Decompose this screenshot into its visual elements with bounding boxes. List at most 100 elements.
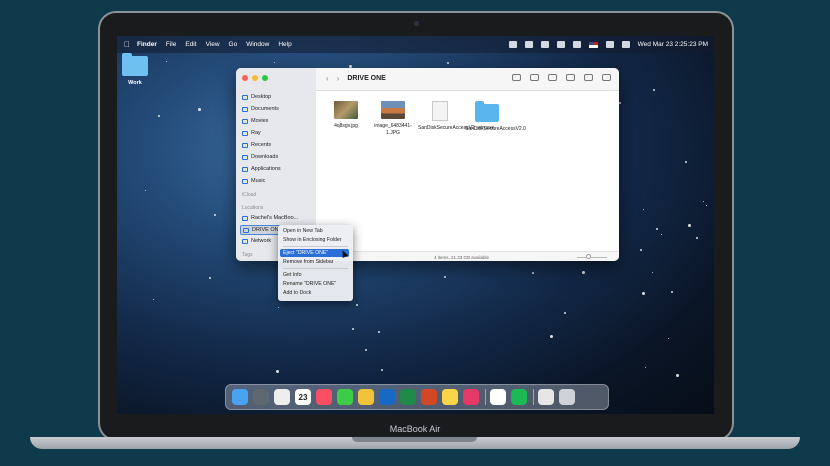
star [275,369,279,373]
star [563,312,566,315]
star [198,108,202,112]
context-remove-sidebar[interactable]: Remove from Sidebar [283,259,333,265]
search-icon[interactable] [605,41,614,48]
screen:  Finder File Edit View Go Window Help W… [117,36,714,414]
dock-app-launchpad[interactable] [253,389,269,405]
sidebar-item-downloads[interactable]: Downloads [242,154,278,160]
sidebar-item-recents[interactable]: Recents [242,142,271,148]
context-menu: Open in New Tab Show in Enclosing Folder… [278,225,353,301]
menu-view[interactable]: View [206,41,220,48]
sidebar-header-locations: Locations [242,205,264,211]
context-add-dock[interactable]: Add to Dock [283,290,311,296]
star [675,374,679,378]
star [274,62,276,64]
dock-app-photos[interactable] [274,389,290,405]
sidebar-item-movies[interactable]: Movies [242,118,268,124]
sidebar-item-macbook[interactable]: Rachel's MacBoo... [242,215,298,221]
download-icon [242,154,248,160]
file-item[interactable]: image_6483441-1.JPG [371,101,415,136]
star [444,275,447,278]
file-item[interactable]: 4q8sgv.jpg [324,101,368,130]
us-flag-icon[interactable] [588,41,598,48]
share-icon[interactable] [566,74,575,81]
dock-app-powerpoint[interactable] [421,389,437,405]
dock-separator [533,389,534,405]
dock-app-music[interactable] [316,389,332,405]
applications-icon [242,166,248,172]
action-menu-icon[interactable] [530,74,539,81]
dock-app-documents[interactable] [538,389,554,405]
sidebar-item-applications[interactable]: Applications [242,166,281,172]
menu-help[interactable]: Help [278,41,291,48]
close-button[interactable] [242,75,248,81]
dock-app-calendar[interactable]: 23 [295,389,311,405]
menu-file[interactable]: File [166,41,176,48]
forward-button[interactable]: › [337,74,340,83]
sidebar-item-music[interactable]: Music [242,178,265,184]
menu-window[interactable]: Window [246,41,269,48]
back-button[interactable]: ‹ [326,74,329,83]
dock-app-airmail[interactable] [463,389,479,405]
window-controls [242,75,268,81]
camera [414,21,419,26]
dropbox-icon[interactable] [508,41,517,48]
menu-edit[interactable]: Edit [185,41,196,48]
screen-icon[interactable] [540,41,549,48]
grid-view-icon[interactable] [512,74,521,81]
menu-bar:  Finder File Edit View Go Window Help W… [117,36,714,53]
dock-app-outlook[interactable] [379,389,395,405]
zoom-button[interactable] [262,75,268,81]
context-open-new-tab[interactable]: Open in New Tab [283,228,323,234]
context-get-info[interactable]: Get Info [283,272,301,278]
desktop-folder[interactable]: Work [121,53,149,93]
dock-app-spotify[interactable] [511,389,527,405]
star [643,209,645,211]
tag-icon[interactable] [584,74,593,81]
star [214,213,217,216]
file-item[interactable]: SanDiskSecureAccessV2_win.exe [418,101,494,132]
star [695,237,698,240]
star [381,369,384,372]
laptop-notch [352,437,477,442]
slider-knob[interactable] [586,254,591,259]
dock-app-messages[interactable] [337,389,353,405]
image-thumbnail [381,101,405,119]
status-bar: 4 items, 21.33 GB available [316,251,619,261]
dock-app-finder[interactable] [232,389,248,405]
apple-menu-icon[interactable]:  [117,40,137,49]
dock-app-excel[interactable] [400,389,416,405]
sidebar-header-icloud: iCloud [242,192,257,198]
context-eject[interactable]: Eject "DRIVE ONE" [280,249,349,257]
dock-app-trash[interactable] [559,389,575,405]
dock-app-slack[interactable] [490,389,506,405]
status-menus: Wed Mar 23 2:25:23 PM [508,36,708,53]
star [157,115,160,118]
context-rename[interactable]: Rename "DRIVE ONE" [283,281,336,287]
document-icon [242,106,248,112]
clock[interactable]: Wed Mar 23 2:25:23 PM [638,41,708,48]
sidebar-item-ray[interactable]: Ray [242,130,261,136]
context-show-enclosing[interactable]: Show in Enclosing Folder [283,237,342,243]
dock-app-notes[interactable] [442,389,458,405]
home-icon [242,130,248,136]
dock-app-chrome[interactable] [358,389,374,405]
menu-extra-icon[interactable] [524,41,533,48]
sidebar-item-desktop[interactable]: Desktop [242,94,271,100]
minimize-button[interactable] [252,75,258,81]
menu-app-name[interactable]: Finder [137,41,157,48]
search-icon[interactable] [602,74,611,81]
battery-icon[interactable] [572,41,581,48]
laptop-icon [242,215,248,221]
desktop-folder-label: Work [128,80,142,86]
wifi-icon[interactable] [556,41,565,48]
file-item[interactable]: SanDiskSecureAccessV2.0 [465,101,526,133]
sidebar-item-network[interactable]: Network [242,238,271,244]
sidebar-item-documents[interactable]: Documents [242,106,279,112]
star [618,102,621,105]
file-grid: 4q8sgv.jpg image_6483441-1.JPG SanDiskSe… [316,91,619,251]
group-icon[interactable] [548,74,557,81]
control-center-icon[interactable] [621,41,630,48]
menu-go[interactable]: Go [229,41,238,48]
toolbar-title-area: ‹ › DRIVE ONE [326,74,386,83]
icon-size-slider[interactable] [577,257,607,258]
